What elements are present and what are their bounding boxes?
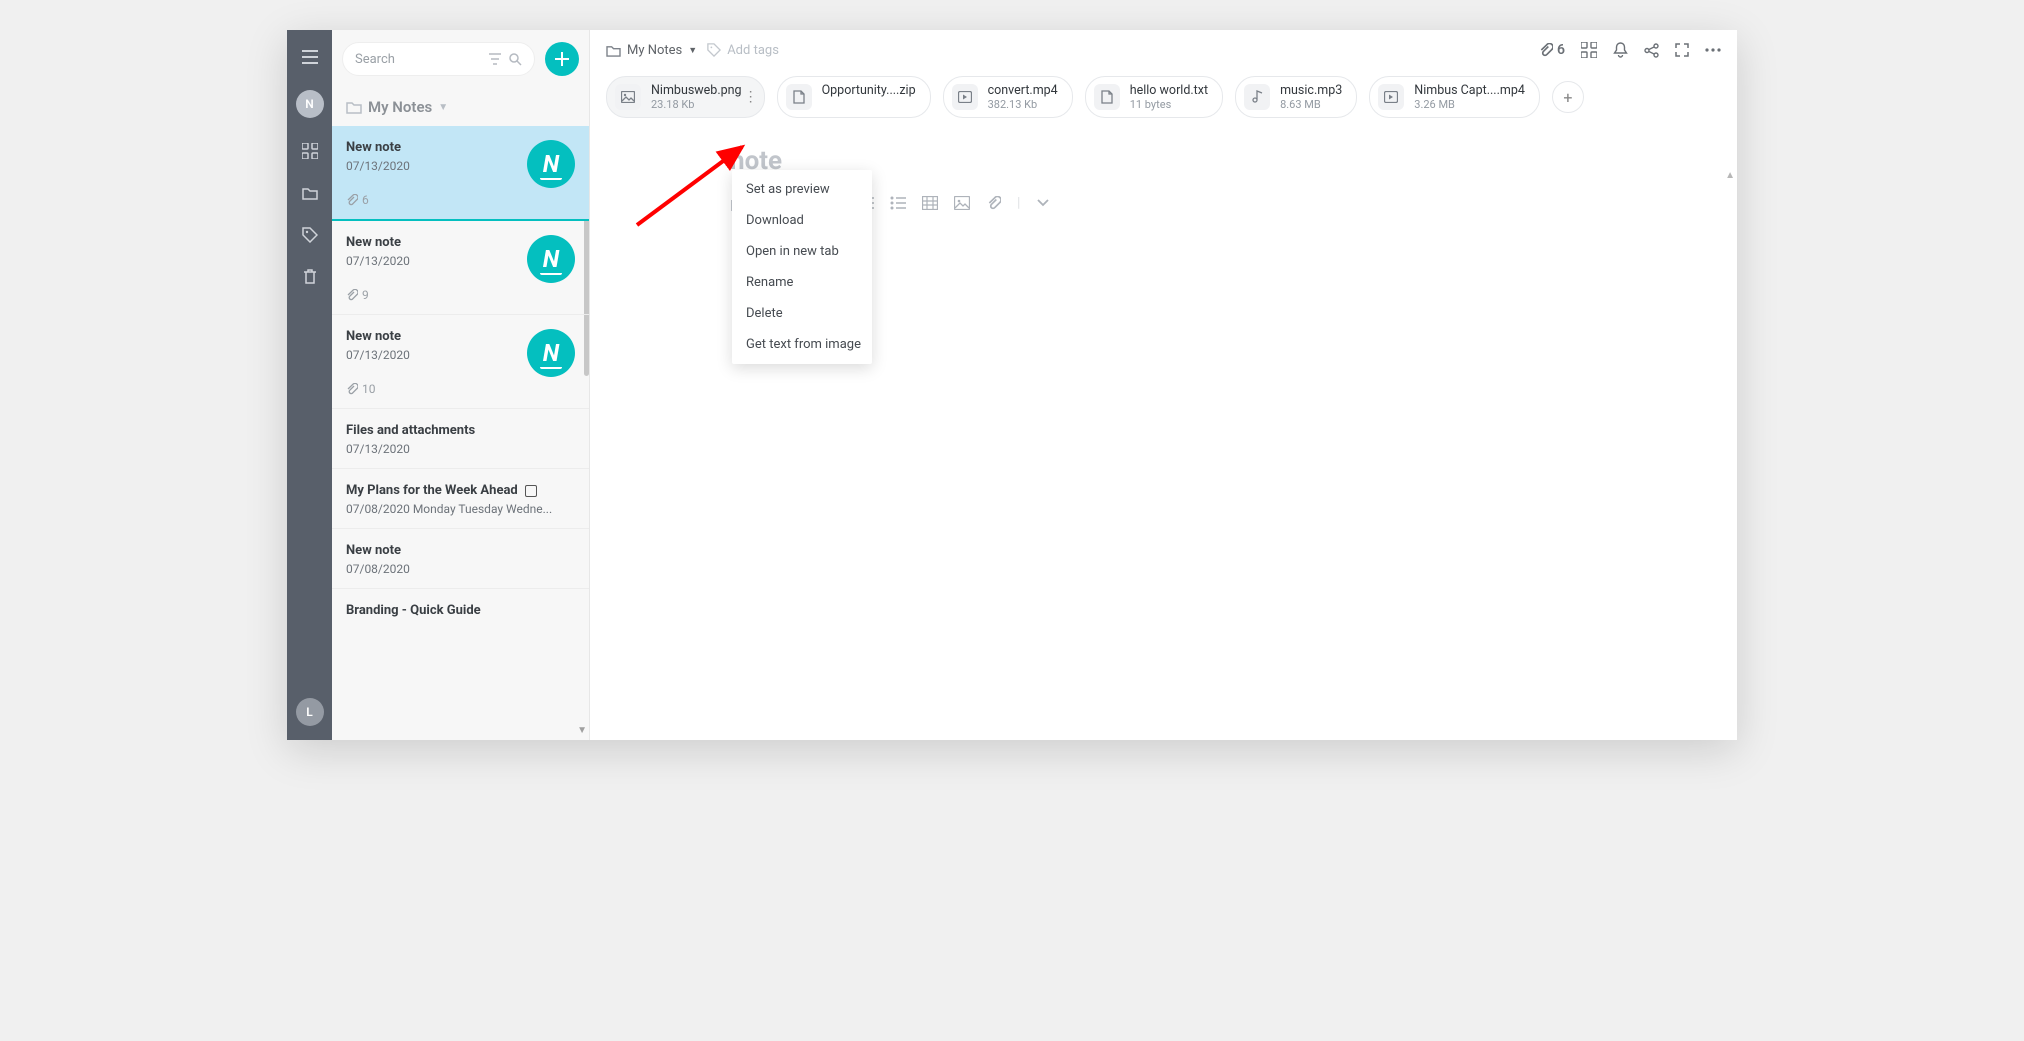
attachment-chip[interactable]: Nimbus Capt....mp43.26 MB <box>1369 76 1540 118</box>
bell-icon[interactable] <box>1613 42 1628 58</box>
search-input[interactable]: Search <box>342 42 535 76</box>
note-item[interactable]: Files and attachments 07/13/2020 <box>332 409 589 469</box>
attach-tool-icon[interactable] <box>985 194 1003 212</box>
tags-input[interactable]: Add tags <box>707 43 779 58</box>
notes-scroll[interactable]: New note 07/13/2020 6 N New note 07/13/2… <box>332 126 589 740</box>
attachments-count[interactable]: 6 <box>1539 42 1565 58</box>
image-icon <box>615 84 641 110</box>
folder-icon <box>346 100 362 114</box>
note-thumbnail: N <box>527 329 575 377</box>
note-title: My Plans for the Week Ahead <box>346 483 575 498</box>
scroll-down-arrow[interactable]: ▼ <box>577 725 587 736</box>
note-item[interactable]: Branding - Quick Guide <box>332 589 589 634</box>
note-attach-meta: 6 <box>346 193 575 207</box>
main-header: My Notes ▼ Add tags 6 <box>590 30 1737 70</box>
checkbox-icon <box>525 485 537 497</box>
search-placeholder: Search <box>355 52 395 67</box>
expand-icon[interactable] <box>1675 43 1689 57</box>
more-icon[interactable] <box>1705 48 1721 52</box>
menu-delete[interactable]: Delete <box>732 298 872 329</box>
attachment-chip[interactable]: music.mp38.63 MB <box>1235 76 1357 118</box>
image-tool-icon[interactable] <box>953 194 971 212</box>
list-panel-top: Search <box>332 30 589 82</box>
menu-download[interactable]: Download <box>732 205 872 236</box>
filter-icon[interactable] <box>489 53 501 66</box>
left-rail: N L <box>287 30 332 740</box>
bullet-list-icon[interactable] <box>889 194 907 212</box>
note-title: New note <box>346 543 575 558</box>
add-attachment-button[interactable]: + <box>1552 81 1584 113</box>
trash-icon[interactable] <box>301 268 319 286</box>
tag-icon[interactable] <box>301 226 319 244</box>
video-icon <box>952 84 978 110</box>
note-thumbnail: N <box>527 235 575 283</box>
more-tools-icon[interactable] <box>1034 194 1052 212</box>
table-icon[interactable] <box>921 194 939 212</box>
chevron-down-icon: ▼ <box>688 45 697 56</box>
note-date: 07/08/2020 <box>346 562 575 576</box>
note-attach-meta: 10 <box>346 382 575 396</box>
note-attach-meta: 9 <box>346 288 575 302</box>
user-avatar[interactable]: L <box>296 698 324 726</box>
note-title: Files and attachments <box>346 423 575 438</box>
note-item[interactable]: New note 07/13/2020 10 N <box>332 315 589 409</box>
attachment-chip[interactable]: Opportunity....zip664.00 Kb <box>777 76 931 118</box>
video-icon <box>1378 84 1404 110</box>
tags-placeholder: Add tags <box>727 43 779 58</box>
hamburger-icon[interactable] <box>301 48 319 66</box>
breadcrumb-label: My Notes <box>627 43 682 58</box>
chip-more-icon[interactable]: ⋮ <box>744 89 758 105</box>
folder-label: My Notes <box>368 98 432 116</box>
menu-open-new-tab[interactable]: Open in new tab <box>732 236 872 267</box>
attachments-row: Nimbusweb.png23.18 Kb ⋮ Opportunity....z… <box>590 70 1737 128</box>
editor-toolbar: ping or add 123 | <box>730 194 1737 212</box>
note-thumbnail: N <box>527 140 575 188</box>
app-frame: N L Search <box>287 30 1737 740</box>
folder-header[interactable]: My Notes ▼ <box>332 82 589 126</box>
add-note-button[interactable] <box>545 42 579 76</box>
chevron-down-icon: ▼ <box>438 102 448 113</box>
note-date: 07/13/2020 <box>346 442 575 456</box>
note-item[interactable]: New note 07/13/2020 6 N <box>332 126 589 221</box>
note-item[interactable]: New note 07/13/2020 9 N <box>332 221 589 315</box>
menu-get-text-from-image[interactable]: Get text from image <box>732 329 872 360</box>
note-item[interactable]: New note 07/08/2020 <box>332 529 589 589</box>
main-area: My Notes ▼ Add tags 6 <box>590 30 1737 740</box>
audio-icon <box>1244 84 1270 110</box>
menu-set-as-preview[interactable]: Set as preview <box>732 174 872 205</box>
attachment-chip[interactable]: Nimbusweb.png23.18 Kb ⋮ <box>606 76 765 118</box>
note-title: Branding - Quick Guide <box>346 603 575 618</box>
attachment-context-menu: Set as preview Download Open in new tab … <box>732 170 872 364</box>
attachment-chip[interactable]: hello world.txt11 bytes <box>1085 76 1223 118</box>
grid-icon[interactable] <box>1581 42 1597 58</box>
note-date: 07/08/2020 Monday Tuesday Wedne... <box>346 502 575 516</box>
scroll-up-arrow[interactable]: ▲ <box>1725 170 1735 181</box>
dashboard-icon[interactable] <box>301 142 319 160</box>
menu-rename[interactable]: Rename <box>732 267 872 298</box>
notes-list-panel: Search My Notes ▼ New note 07/13/2020 <box>332 30 590 740</box>
share-icon[interactable] <box>1644 43 1659 58</box>
top-actions: 6 <box>1539 42 1721 58</box>
breadcrumb[interactable]: My Notes ▼ <box>606 43 697 58</box>
file-icon <box>1094 84 1120 110</box>
workspace-avatar[interactable]: N <box>296 90 324 118</box>
attachment-chip[interactable]: convert.mp4382.13 Kb <box>943 76 1073 118</box>
file-icon <box>786 84 812 110</box>
folder-icon[interactable] <box>301 184 319 202</box>
note-item[interactable]: My Plans for the Week Ahead 07/08/2020 M… <box>332 469 589 529</box>
note-title-input[interactable]: note <box>730 146 1737 176</box>
search-icon[interactable] <box>509 53 522 66</box>
